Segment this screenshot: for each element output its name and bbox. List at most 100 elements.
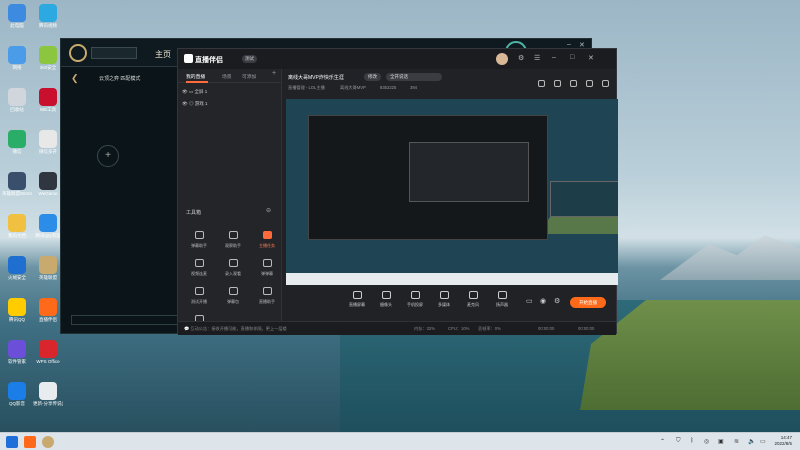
edit-title-button[interactable]: 修改 (364, 73, 381, 81)
status-bar: 💬 互动公告：接收开播可能，直播和伴随，更上一层楼 内存：32% CPU：10%… (178, 321, 616, 335)
network-icon[interactable]: ◎ (704, 438, 709, 445)
control-button[interactable]: 手机投屏 (400, 291, 430, 308)
desktop-icon[interactable]: 我的文档 (2, 212, 32, 250)
desktop-icon[interactable]: 回收站 (2, 86, 32, 124)
start-live-button[interactable]: 开始直播 (570, 297, 606, 308)
share-icon[interactable] (602, 80, 609, 87)
menu-icon[interactable]: ☰ (534, 54, 540, 62)
desktop-icon[interactable]: 更新-分享传说(下载版) (33, 380, 63, 418)
close-icon[interactable]: ✕ (588, 54, 594, 62)
category-selector[interactable]: 全开说话 (386, 73, 442, 81)
desktop-icon[interactable]: 腾讯QQ (2, 296, 32, 334)
tool-icon (194, 287, 204, 295)
toolbox-item[interactable]: 弹幕包 (218, 287, 248, 313)
desktop-icon[interactable]: 英雄联盟WeGame (2, 170, 32, 208)
status-notice[interactable]: 💬 互动公告：接收开播可能，直播和伴随，更上一层楼 (184, 326, 287, 332)
avatar[interactable] (496, 53, 508, 65)
toolbox-item[interactable]: 观察助手 (218, 231, 248, 257)
lol-taskbar-icon[interactable] (42, 436, 54, 448)
desktop-icon[interactable]: 火绒安全 (2, 254, 32, 292)
desktop-icon[interactable]: 微信多开 (33, 128, 63, 166)
gift-icon[interactable] (554, 80, 561, 87)
desktop-icon[interactable]: 微信 (2, 128, 32, 166)
control-button[interactable]: 扬声器 (487, 291, 517, 308)
gear-icon[interactable]: ⚙ (554, 297, 560, 305)
lol-minimize-icon[interactable]: – (567, 41, 571, 48)
lol-mode-bar: ❮ 云顶之弈 匹配模式 (61, 67, 181, 89)
desktop-icon-label: 直播伴侣 (39, 317, 57, 322)
app-icon (8, 214, 26, 232)
wifi-icon[interactable]: ≋ (734, 438, 739, 445)
toolbox-item[interactable]: 弹幕助手 (184, 231, 214, 257)
desktop-icon[interactable]: 腾讯QQ浏览 (33, 212, 63, 250)
lol-play-button[interactable] (91, 47, 137, 59)
control-button[interactable]: 直播屏幕 (342, 291, 372, 308)
scene-item[interactable]: 👁 ◎ 游戏 1 (182, 101, 208, 107)
clock[interactable]: 14:47 2022/8/5 (774, 435, 792, 447)
tab-my-live[interactable]: 我的直播 (186, 73, 205, 80)
eye-icon[interactable]: ◉ (540, 297, 546, 305)
desktop-icon[interactable]: WE工具 (33, 86, 63, 124)
toolbox-item[interactable]: 测试开播 (184, 287, 214, 313)
desktop-icon-label: 英雄联盟WeGame (2, 191, 32, 196)
status-record-time: 00:00:00 (578, 326, 595, 331)
live-preview[interactable] (286, 99, 618, 285)
control-icon (381, 291, 391, 299)
live-companion-taskbar-icon[interactable] (24, 436, 36, 448)
scene-item[interactable]: 👁 ▭ 全屏 1 (182, 89, 207, 95)
stats-icon[interactable] (570, 80, 577, 87)
toolbox-item[interactable]: 弹弹幕 (252, 259, 282, 285)
collapse-icon[interactable]: ⊖ (266, 207, 271, 214)
desktop-icon[interactable]: 360安全 (33, 44, 63, 82)
camera-icon[interactable]: ▭ (526, 297, 533, 305)
meta-manage[interactable]: 直播管理 - LOL主播 (288, 85, 325, 91)
desktop-icon-label: 腾讯QQ浏览 (35, 233, 61, 238)
eye-icon[interactable]: 👁 (182, 101, 188, 106)
app-icon (39, 256, 57, 274)
desktop-icon[interactable]: 直播伴侣 (33, 296, 63, 334)
volume-icon[interactable]: 🔈 (748, 438, 755, 445)
toolbox-item[interactable]: 直播助手 (252, 287, 282, 313)
task-icon[interactable] (538, 80, 545, 87)
live-companion-window[interactable]: 直播伴侣 测试 ⚙ ☰ – □ ✕ 我的直播 场景 可添加 + 👁 ▭ 全屏 1… (177, 48, 618, 335)
desktop-icon[interactable]: 腾讯视频 (33, 2, 63, 40)
settings-icon[interactable]: ⚙ (518, 54, 524, 62)
lol-chat-bar[interactable] (71, 315, 191, 325)
app-tray-icon[interactable]: ▣ (718, 438, 724, 445)
tool-icon (228, 259, 238, 267)
tab-addable[interactable]: 可添加 (242, 73, 256, 80)
add-scene-icon[interactable]: + (272, 70, 276, 77)
start-icon[interactable] (6, 436, 18, 448)
desktop-icon[interactable]: 软件管家 (2, 338, 32, 376)
back-arrow-icon[interactable]: ❮ (71, 73, 79, 84)
desktop-icon[interactable]: 英雄联盟 (33, 254, 63, 292)
minimize-icon[interactable]: – (552, 54, 556, 61)
toolbox-item-label: 观察助手 (225, 243, 241, 248)
toolbox-item-label: 弹幕包 (227, 299, 239, 304)
desktop-icon[interactable]: QQ影音 (2, 380, 32, 418)
control-button[interactable]: 麦克风 (458, 291, 488, 308)
toolbox-item-label: 录入观看 (225, 271, 241, 276)
maximize-icon[interactable]: □ (570, 54, 574, 61)
eye-icon[interactable]: 👁 (182, 89, 188, 94)
control-icon (410, 291, 420, 299)
bell-icon[interactable] (586, 80, 593, 87)
lol-home-tab[interactable]: 主页 (155, 49, 171, 60)
desktop-icon[interactable]: 此电脑 (2, 2, 32, 40)
status-cpu: CPU：10% (448, 326, 470, 331)
control-button[interactable]: 摄像头 (371, 291, 401, 308)
bluetooth-icon[interactable]: ᛒ (690, 438, 694, 444)
battery-icon[interactable]: ▭ (760, 438, 766, 445)
control-button[interactable]: 多媒体 (429, 291, 459, 308)
toolbox-item[interactable]: 视频连麦 (184, 259, 214, 285)
add-player-icon[interactable]: + (97, 145, 119, 167)
desktop-icon[interactable]: WPS Office (33, 338, 63, 376)
toolbox-item[interactable]: 主播任务 (252, 231, 282, 257)
desktop-icon-label: 此电脑 (10, 23, 24, 28)
desktop-icon[interactable]: WeGame (33, 170, 63, 208)
toolbox-item[interactable]: 录入观看 (218, 259, 248, 285)
tab-scene[interactable]: 场景 (222, 73, 232, 80)
desktop-icon[interactable]: 网络 (2, 44, 32, 82)
chevron-up-icon[interactable]: ⌃ (660, 438, 665, 445)
shield-icon[interactable]: ⛉ (676, 438, 681, 445)
